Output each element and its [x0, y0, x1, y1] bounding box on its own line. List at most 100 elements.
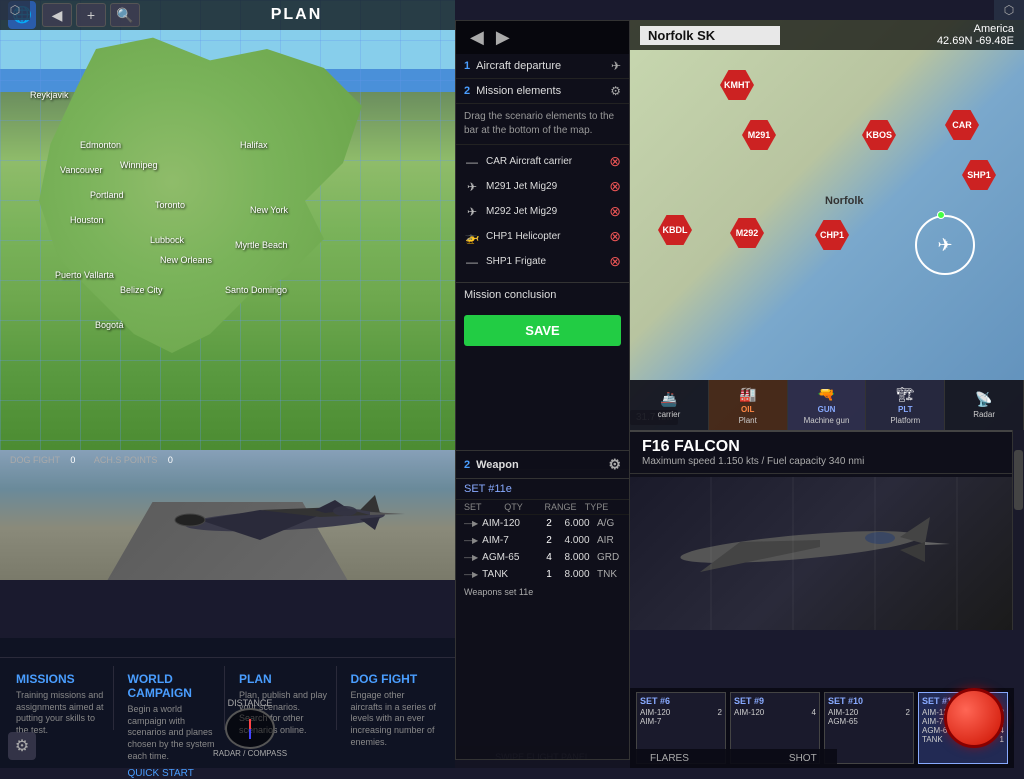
city-label-halifax: Halifax: [240, 140, 268, 150]
city-label-portland: Portland: [90, 190, 124, 200]
hex-shp1: SHP1: [962, 160, 996, 190]
settings-button[interactable]: ⚙: [8, 732, 36, 760]
remove-m292-button[interactable]: ⊗: [609, 203, 621, 220]
top-bar: 🌐 ◀ + 🔍 PLAN: [0, 0, 455, 30]
f16-header: F16 FALCON Maximum speed 1.150 kts / Fue…: [630, 432, 1014, 474]
top-right-icon: ⬡: [994, 0, 1024, 20]
frigate-icon: —: [464, 255, 480, 269]
w3-arrow: —▶: [464, 553, 478, 562]
remove-m291-button[interactable]: ⊗: [609, 178, 621, 195]
wset11e-aim7-label: AIM-7: [922, 717, 943, 726]
hex-shape-shp1: SHP1: [962, 160, 996, 190]
w3-type: GRD: [597, 552, 621, 563]
weapon-settings-icon: ⚙: [608, 456, 621, 473]
top-left-icon: ⬡: [0, 0, 30, 20]
col-type: TYPE: [585, 502, 621, 512]
city-label-bogota: Bogotá: [95, 320, 124, 330]
list-item: 🚁 CHP1 Helicopter ⊗: [456, 224, 629, 249]
wset9-aim120-label: AIM-120: [734, 708, 764, 717]
city-label-toronto: Toronto: [155, 200, 185, 210]
compass-area: DISTANCE RADAR / COMPASS: [200, 698, 300, 758]
element-chp1: CHP1 Helicopter: [486, 231, 603, 242]
tool-radar[interactable]: 📡 Radar: [945, 380, 1024, 430]
wset10-title: SET #10: [828, 696, 910, 706]
w1-arrow: —▶: [464, 519, 478, 528]
weapons-set-label: Weapons set 11e: [456, 583, 629, 601]
weapon-header: 2 Weapon ⚙: [456, 451, 629, 479]
weapon-section-label: Weapon: [476, 459, 519, 471]
nav-forward-arrow[interactable]: ▶: [490, 25, 516, 50]
tool-gun[interactable]: 🔫 GUN Machine gun: [788, 380, 867, 430]
nav-back-arrow[interactable]: ◀: [464, 25, 490, 50]
region-text: America: [937, 23, 1014, 35]
wset10-aim120-label: AIM-120: [828, 708, 858, 717]
remove-chp1-button[interactable]: ⊗: [609, 228, 621, 245]
w4-range: 8.000: [561, 569, 593, 580]
remove-shp1-button[interactable]: ⊗: [609, 253, 621, 270]
weapon-row-aim120: —▶ AIM-120 2 6.000 A/G: [456, 515, 629, 532]
col-set: SET: [464, 502, 500, 512]
oil-tool-icon: 🏭: [739, 386, 756, 403]
step1-row[interactable]: 1 Aircraft departure ✈: [456, 54, 629, 79]
col-qty: QTY: [504, 502, 540, 512]
w4-qty: 1: [541, 569, 557, 580]
fight-stats: DOG FIGHT 0 ACH.S POINTS 0: [10, 455, 173, 465]
weapon-set-label: SET #11e: [456, 479, 629, 500]
step2-num: 2: [464, 85, 470, 97]
weapon-set-10[interactable]: SET #10 AIM-1202 AGM-65: [824, 692, 914, 764]
remove-car-button[interactable]: ⊗: [609, 153, 621, 170]
list-item: ✈ M292 Jet Mig29 ⊗: [456, 199, 629, 224]
city-label-vancouver: Vancouver: [60, 165, 102, 175]
main-map[interactable]: Reykjavik Edmonton Winnipeg Halifax Vanc…: [0, 0, 455, 460]
tool-oil[interactable]: 🏭 OIL Plant: [709, 380, 788, 430]
quick-start-button[interactable]: QUICK START: [128, 768, 217, 779]
hex-car: CAR: [945, 110, 979, 140]
wset9-title: SET #9: [734, 696, 816, 706]
compass-needle: [249, 719, 251, 739]
city-label-santo: Santo Domingo: [225, 285, 287, 295]
scroll-thumb[interactable]: [1014, 450, 1023, 510]
w4-arrow: —▶: [464, 570, 478, 579]
w3-name: AGM-65: [482, 552, 537, 563]
city-label-new-orleans: New Orleans: [160, 255, 212, 265]
search-button[interactable]: 🔍: [110, 3, 140, 27]
hex-shape-m291: M291: [742, 120, 776, 150]
step2-label: Mission elements: [476, 85, 610, 97]
drag-hint: Drag the scenario elements to the bar at…: [456, 104, 629, 145]
f16-image-area: [630, 477, 1014, 630]
nav-missions[interactable]: MISSIONS Training missions and assignmen…: [8, 666, 114, 730]
radar-compass-label: RADAR / COMPASS: [213, 749, 287, 758]
dog-fight-title: DOG FIGHT: [351, 672, 440, 686]
w4-name: TANK: [482, 569, 537, 580]
platform-tool-label: Platform: [890, 416, 920, 425]
flares-label: FLARES: [650, 753, 689, 764]
hex-shape-kbdl: KBDL: [658, 215, 692, 245]
bottom-action-labels: FLARES SHOT: [630, 749, 837, 768]
carrier-tool-label: carrier: [658, 410, 681, 419]
w2-range: 4.000: [561, 535, 593, 546]
w2-name: AIM-7: [482, 535, 537, 546]
list-item: ✈ M291 Jet Mig29 ⊗: [456, 174, 629, 199]
back-button[interactable]: ◀: [42, 3, 72, 27]
w2-qty: 2: [541, 535, 557, 546]
scroll-track[interactable]: [1012, 430, 1024, 630]
coords-text: America 42.69N -69.48E: [937, 23, 1014, 47]
wset9-aim120-qty: 4: [812, 708, 816, 717]
f16-subtitle: Maximum speed 1.150 kts / Fuel capacity …: [642, 456, 1002, 467]
tactical-map[interactable]: Norfolk SK America 42.69N -69.48E KMHT C…: [630, 20, 1024, 430]
wset11e-tank-qty: 1: [1000, 735, 1004, 744]
nav-dog-fight[interactable]: DOG FIGHT Engage other aircrafts in a se…: [343, 666, 448, 730]
city-label-belize: Belize City: [120, 285, 163, 295]
tool-platform[interactable]: 🏗 PLT Platform: [866, 380, 945, 430]
save-button[interactable]: SAVE: [464, 315, 621, 346]
red-button[interactable]: [944, 688, 1004, 748]
wset9-row1: AIM-120 4: [734, 708, 816, 717]
element-car: CAR Aircraft carrier: [486, 156, 603, 167]
weapon-row-agm65: —▶ AGM-65 4 8.000 GRD: [456, 549, 629, 566]
add-button[interactable]: +: [76, 3, 106, 27]
step2-row[interactable]: 2 Mission elements ⚙: [456, 79, 629, 104]
machine-gun-tool-label: Machine gun: [804, 416, 850, 425]
hangar-lines: [630, 477, 1014, 630]
oil-tag: OIL: [741, 405, 754, 414]
tool-carrier[interactable]: 🚢 carrier: [630, 380, 709, 430]
